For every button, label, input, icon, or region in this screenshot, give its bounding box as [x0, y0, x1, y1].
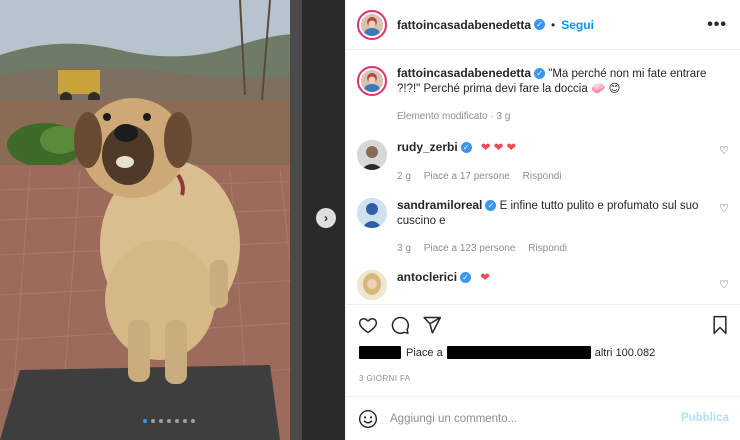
likes-prefix: Piace a [406, 346, 443, 359]
comment-like-heart-icon[interactable]: ♡ [719, 202, 729, 217]
comment-like-heart-icon[interactable]: ♡ [719, 278, 729, 293]
carousel-dot [151, 419, 155, 423]
post-sidebar: fattoincasadabenedetta ✓ • Segui ••• fat… [345, 0, 740, 440]
verified-badge-icon: ✓ [534, 68, 546, 80]
comment-hearts: ❤ [480, 272, 490, 284]
carousel-next-button[interactable]: › [316, 208, 336, 228]
redacted-name [446, 346, 591, 359]
redacted-name [359, 346, 401, 359]
comment-like-heart-icon[interactable]: ♡ [719, 144, 729, 159]
follow-button[interactable]: Segui [561, 18, 594, 32]
heart-outline-icon[interactable] [358, 315, 378, 335]
post-photo: › [0, 0, 345, 440]
header-separator: • [551, 17, 556, 32]
chevron-right-icon: › [324, 211, 328, 225]
comment-username[interactable]: antoclerici [397, 270, 457, 284]
likes-summary: Piace a altri 100.082 [359, 346, 655, 359]
verified-badge-icon: ✓ [485, 200, 497, 212]
verified-badge-icon: ✓ [460, 272, 472, 284]
carousel-dot [167, 419, 171, 423]
post-header: fattoincasadabenedetta ✓ • Segui ••• [346, 0, 740, 50]
comment-time: 3 g [397, 243, 411, 254]
comment-reply-button[interactable]: Rispondi [528, 243, 567, 254]
caption-avatar[interactable] [357, 66, 387, 96]
post-actions [346, 304, 740, 344]
comment-item: antoclerici ✓ ❤ ♡ [357, 270, 729, 300]
caption-meta: Elemento modificato · 3 g [397, 111, 511, 122]
author-avatar[interactable] [357, 9, 387, 40]
add-comment-bar: Pubblica [346, 396, 740, 440]
comment-likes[interactable]: Piace a 123 persone [424, 243, 516, 254]
carousel-dots [143, 419, 195, 423]
more-options-icon[interactable]: ••• [707, 16, 727, 34]
commenter-avatar[interactable] [357, 270, 387, 300]
comments-list[interactable]: fattoincasadabenedetta ✓ "Ma perché non m… [346, 50, 740, 304]
publish-button[interactable]: Pubblica [681, 412, 729, 424]
comment-likes[interactable]: Piace a 17 persone [424, 171, 510, 182]
caption-username[interactable]: fattoincasadabenedetta [397, 66, 531, 80]
comment-time: 2 g [397, 171, 411, 182]
comment-hearts: ❤ ❤ ❤ [480, 142, 517, 154]
likes-others[interactable]: altri 100.082 [595, 347, 656, 359]
verified-badge-icon: ✓ [460, 142, 472, 154]
comment-username[interactable]: rudy_zerbi [397, 140, 458, 154]
commenter-avatar[interactable] [357, 198, 387, 228]
comment-item: sandramiloreal ✓ E infine tutto pulito e … [357, 198, 729, 256]
comment-username[interactable]: sandramiloreal [397, 198, 482, 212]
paper-plane-icon[interactable] [422, 315, 442, 335]
carousel-dot [175, 419, 179, 423]
comment-bubble-icon[interactable] [390, 315, 410, 335]
smiley-icon[interactable] [358, 409, 378, 429]
comment-item: rudy_zerbi ✓ ❤ ❤ ❤ 2 g Piace a 17 persone… [357, 140, 729, 184]
commenter-avatar[interactable] [357, 140, 387, 170]
carousel-dot [159, 419, 163, 423]
dog-photo-illustration [0, 0, 345, 440]
add-comment-input[interactable] [390, 412, 660, 425]
post-date[interactable]: 3 GIORNI FA [359, 374, 411, 383]
author-username[interactable]: fattoincasadabenedetta [397, 18, 531, 32]
carousel-dot [191, 419, 195, 423]
carousel-dot [183, 419, 187, 423]
caption: fattoincasadabenedetta ✓ "Ma perché non m… [357, 66, 729, 124]
caption-emojis: 🧼 😊 [590, 83, 621, 95]
carousel-dot [143, 419, 147, 423]
bookmark-icon[interactable] [711, 315, 729, 335]
comment-reply-button[interactable]: Rispondi [523, 171, 562, 182]
verified-badge-icon: ✓ [534, 19, 546, 30]
